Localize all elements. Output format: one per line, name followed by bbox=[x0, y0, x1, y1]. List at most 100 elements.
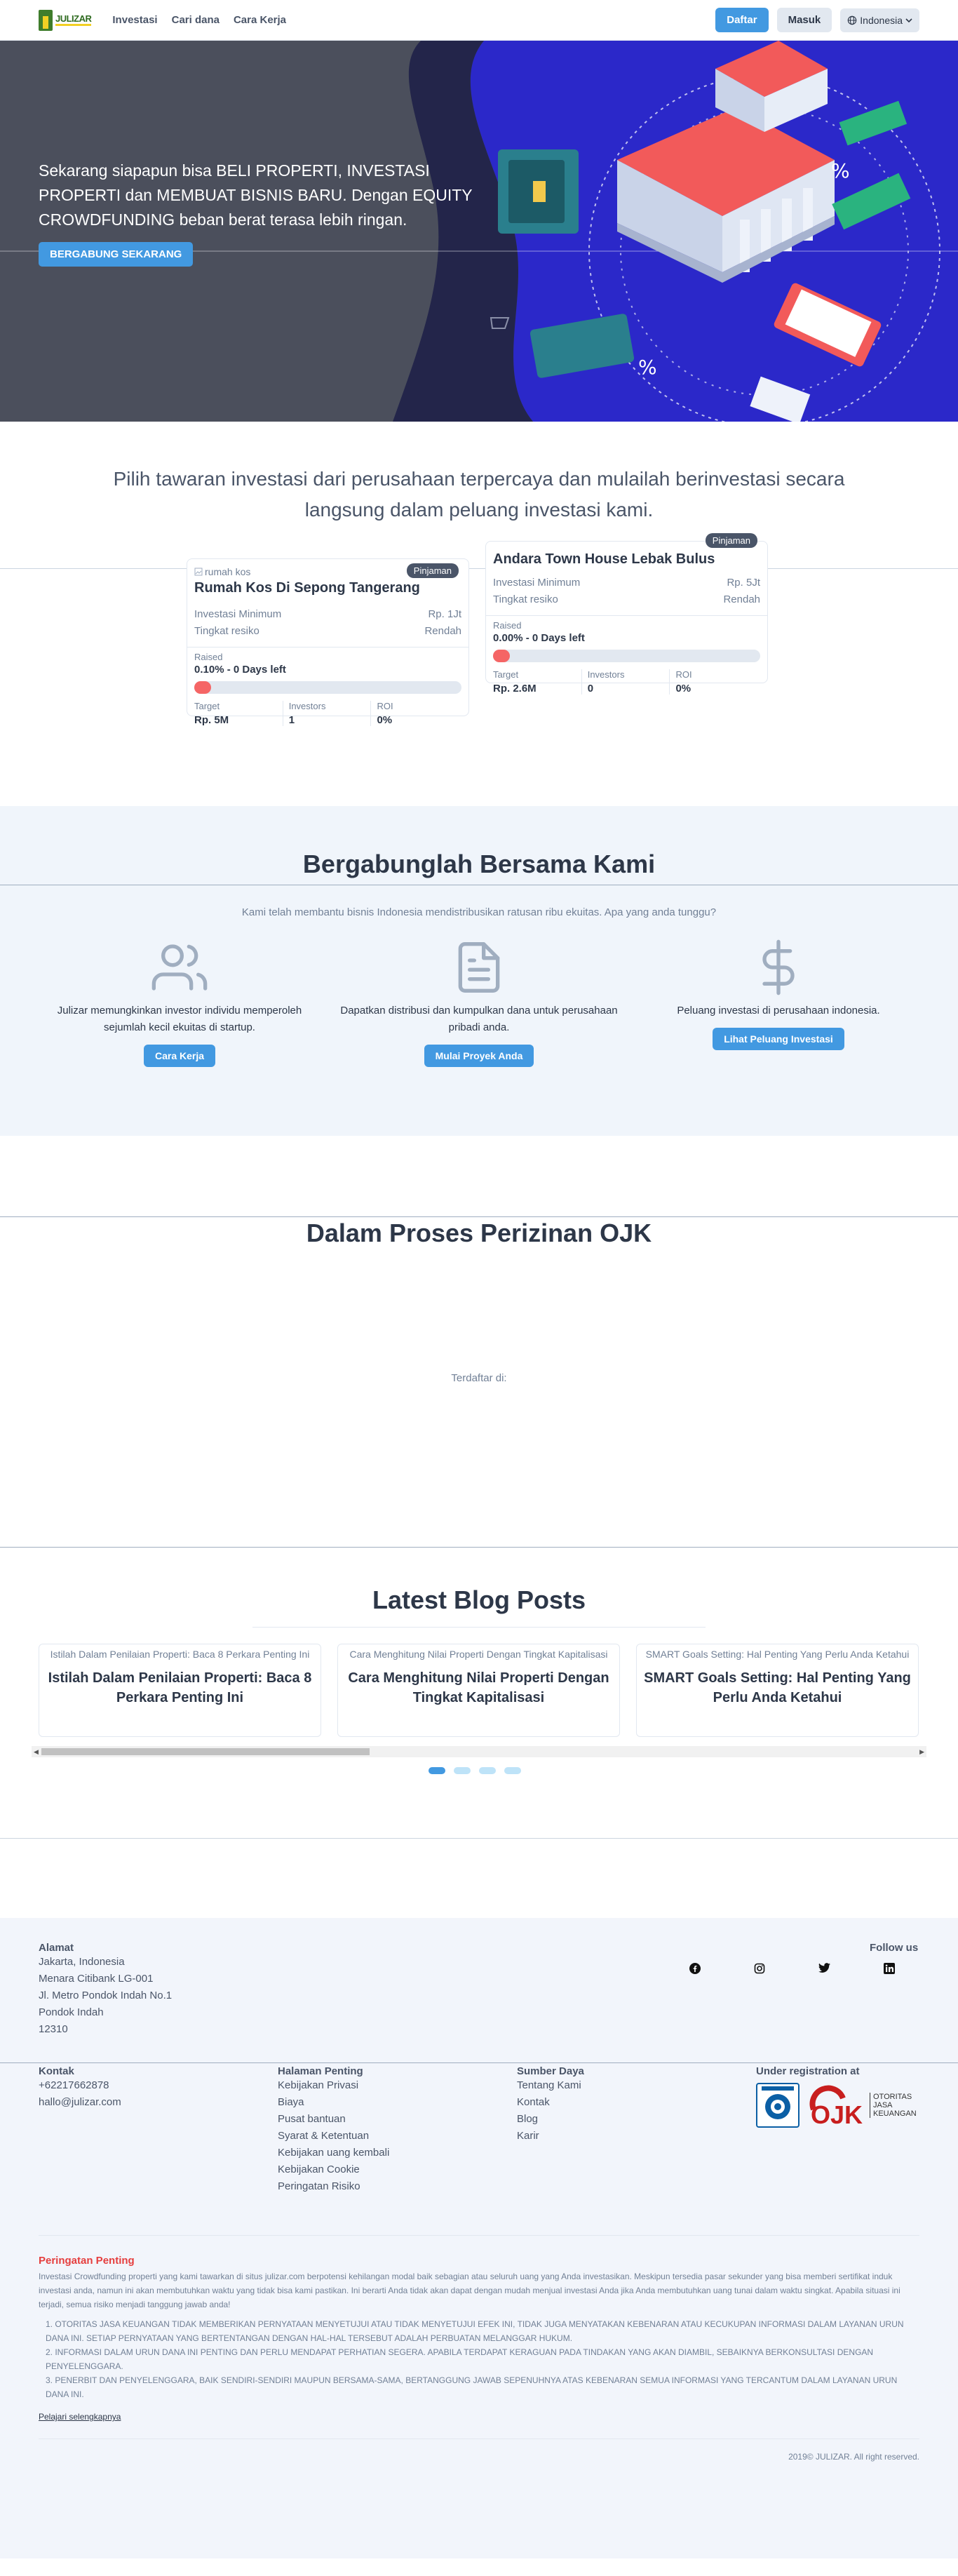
language-selector[interactable]: Indonesia bbox=[840, 8, 919, 32]
important-warning: Peringatan Penting Investasi Crowdfundin… bbox=[39, 2255, 919, 2424]
footer-link-fees[interactable]: Biaya bbox=[278, 2094, 389, 2111]
phone-link[interactable]: +62217662878 bbox=[39, 2077, 121, 2094]
target-value: Rp. 5M bbox=[194, 714, 229, 726]
scroll-left-icon[interactable]: ◀ bbox=[34, 1748, 39, 1756]
linkedin-icon[interactable] bbox=[884, 1963, 895, 1974]
start-project-button[interactable]: Mulai Proyek Anda bbox=[424, 1045, 534, 1067]
globe-icon bbox=[848, 15, 857, 25]
footer-link-about[interactable]: Tentang Kami bbox=[517, 2077, 584, 2094]
nav-link-cara-kerja[interactable]: Cara Kerja bbox=[234, 14, 286, 26]
footer-link-blog[interactable]: Blog bbox=[517, 2111, 584, 2128]
offer-card-2[interactable]: Pinjaman Andara Town House Lebak Bulus I… bbox=[485, 533, 768, 695]
join-section: Bergabunglah Bersama Kami Kami telah mem… bbox=[0, 806, 958, 1136]
blog-post-title[interactable]: Istilah Dalam Penilaian Properti: Baca 8… bbox=[46, 1668, 313, 1708]
twitter-icon[interactable] bbox=[818, 1963, 830, 1973]
blog-image: Cara Menghitung Nilai Properti Dengan Ti… bbox=[349, 1649, 608, 1660]
carousel-dot[interactable] bbox=[504, 1767, 521, 1774]
carousel-dot-active[interactable] bbox=[429, 1767, 445, 1774]
dollar-icon bbox=[762, 939, 795, 995]
blog-image: SMART Goals Setting: Hal Penting Yang Pe… bbox=[645, 1649, 910, 1660]
raised-label: Raised bbox=[493, 620, 522, 631]
roi-value: 0% bbox=[675, 683, 691, 695]
ojk-logo: OJK bbox=[809, 2085, 863, 2128]
broken-image-icon bbox=[194, 568, 203, 576]
kominfo-logo bbox=[756, 2083, 800, 2128]
scroll-right-icon[interactable]: ▶ bbox=[919, 1748, 924, 1756]
blog-image: Istilah Dalam Penilaian Properti: Baca 8… bbox=[50, 1649, 310, 1660]
address-title: Alamat bbox=[39, 1942, 74, 1954]
join-column-1: Julizar memungkinkan investor individu m… bbox=[39, 939, 320, 1067]
warning-point-2: 2. INFORMASI DALAM URUN DANA INI PENTING… bbox=[46, 2347, 874, 2371]
investors-value: 1 bbox=[288, 714, 295, 726]
ojk-logo-text: OTORITAS JASA KEUANGAN bbox=[870, 2093, 917, 2118]
blog-post-title[interactable]: SMART Goals Setting: Hal Penting Yang Pe… bbox=[644, 1668, 911, 1708]
offer-tag: Pinjaman bbox=[406, 563, 459, 578]
join-column-3: Peluang investasi di perusahaan indonesi… bbox=[638, 939, 919, 1050]
footer-contact: Kontak +62217662878 hallo@julizar.com bbox=[39, 2065, 121, 2111]
offer-card-1[interactable]: Pinjaman rumah kos Rumah Kos Di Sepong T… bbox=[187, 558, 469, 726]
offer-title[interactable]: Andara Town House Lebak Bulus bbox=[493, 551, 760, 568]
footer-link-career[interactable]: Karir bbox=[517, 2128, 584, 2145]
warning-point-1: 1. OTORITAS JASA KEUANGAN TIDAK MEMBERIK… bbox=[46, 2319, 904, 2343]
raised-value: 0.10% - 0 Days left bbox=[194, 664, 286, 676]
footer-address: Alamat Jakarta, Indonesia Menara Citiban… bbox=[39, 1942, 173, 2035]
nav-link-investasi[interactable]: Investasi bbox=[112, 14, 157, 26]
document-icon bbox=[458, 942, 500, 993]
footer-link-cookie[interactable]: Kebijakan Cookie bbox=[278, 2161, 389, 2178]
blog-section: Latest Blog Posts Istilah Dalam Penilaia… bbox=[0, 1536, 958, 1918]
footer-link-help[interactable]: Pusat bantuan bbox=[278, 2111, 389, 2128]
footer-link-terms[interactable]: Syarat & Ketentuan bbox=[278, 2128, 389, 2145]
carousel-dots bbox=[429, 1767, 521, 1774]
how-it-works-button[interactable]: Cara Kerja bbox=[143, 1045, 216, 1067]
nav-link-cari-dana[interactable]: Cari dana bbox=[172, 14, 220, 26]
join-text: Peluang investasi di perusahaan indonesi… bbox=[677, 1005, 880, 1017]
offer-min-row: Investasi Minimum Rp. 1Jt bbox=[194, 608, 461, 620]
progress-bar bbox=[493, 650, 760, 662]
facebook-icon[interactable] bbox=[689, 1963, 701, 1974]
login-button[interactable]: Masuk bbox=[776, 8, 832, 32]
blog-post-title[interactable]: Cara Menghitung Nilai Properti Dengan Ti… bbox=[345, 1668, 612, 1708]
ojk-title: Dalam Proses Perizinan OJK bbox=[306, 1219, 652, 1247]
logo[interactable]: JULIZAR bbox=[39, 9, 92, 31]
hero-banner: % % Sekarang siapapun bisa BELI PROPERTI… bbox=[0, 41, 958, 422]
email-link[interactable]: hallo@julizar.com bbox=[39, 2094, 121, 2111]
learn-more-link[interactable]: Pelajari selengkapnya bbox=[39, 2410, 121, 2424]
raised-value: 0.00% - 0 Days left bbox=[493, 632, 585, 644]
scrollbar-thumb[interactable] bbox=[41, 1748, 370, 1755]
footer-link-risk[interactable]: Peringatan Risiko bbox=[278, 2178, 389, 2195]
footer-link-contact[interactable]: Kontak bbox=[517, 2094, 584, 2111]
blog-card-3[interactable]: SMART Goals Setting: Hal Penting Yang Pe… bbox=[636, 1644, 919, 1737]
blog-title: Latest Blog Posts bbox=[372, 1585, 586, 1614]
footer-resources: Sumber Daya Tentang Kami Kontak Blog Kar… bbox=[517, 2065, 584, 2145]
join-text: Julizar memungkinkan investor individu m… bbox=[57, 1005, 302, 1033]
offer-tag: Pinjaman bbox=[705, 533, 757, 548]
carousel-dot[interactable] bbox=[479, 1767, 496, 1774]
warning-point-3: 3. PENERBIT DAN PENYELENGGARA, BAIK SEND… bbox=[46, 2375, 898, 2399]
instagram-icon[interactable] bbox=[754, 1963, 765, 1974]
offer-risk-row: Tingkat resiko Rendah bbox=[493, 593, 760, 605]
registered-at-label: Terdaftar di: bbox=[451, 1372, 507, 1384]
join-subtitle: Kami telah membantu bisnis Indonesia men… bbox=[241, 906, 717, 918]
footer: Alamat Jakarta, Indonesia Menara Citiban… bbox=[0, 1918, 958, 2558]
blog-card-2[interactable]: Cara Menghitung Nilai Properti Dengan Ti… bbox=[337, 1644, 620, 1737]
progress-fill bbox=[194, 681, 211, 694]
ojk-section: Dalam Proses Perizinan OJK Terdaftar di: bbox=[0, 1136, 958, 1548]
join-title: Bergabunglah Bersama Kami bbox=[302, 850, 656, 878]
footer-registration: Under registration at OJK OTORITAS JASA KE… bbox=[756, 2065, 917, 2128]
progress-bar bbox=[194, 681, 461, 694]
raised-label: Raised bbox=[194, 652, 223, 662]
chevron-down-icon bbox=[905, 18, 912, 22]
carousel-dot[interactable] bbox=[454, 1767, 471, 1774]
svg-text:OJK: OJK bbox=[811, 2100, 863, 2128]
offer-title[interactable]: Rumah Kos Di Sepong Tangerang bbox=[194, 580, 461, 596]
register-button[interactable]: Daftar bbox=[715, 8, 769, 32]
investors-value: 0 bbox=[587, 683, 594, 695]
top-navbar: JULIZAR Investasi Cari dana Cara Kerja D… bbox=[0, 0, 958, 41]
view-opportunities-button[interactable]: Lihat Peluang Investasi bbox=[713, 1028, 844, 1050]
horizontal-scrollbar[interactable]: ◀ ▶ bbox=[32, 1746, 926, 1757]
footer-link-privacy[interactable]: Kebijakan Privasi bbox=[278, 2077, 389, 2094]
footer-link-refund[interactable]: Kebijakan uang kembali bbox=[278, 2145, 389, 2161]
blog-card-1[interactable]: Istilah Dalam Penilaian Properti: Baca 8… bbox=[39, 1644, 321, 1737]
warning-title: Peringatan Penting bbox=[39, 2255, 135, 2267]
join-now-button[interactable]: BERGABUNG SEKARANG bbox=[39, 242, 194, 267]
